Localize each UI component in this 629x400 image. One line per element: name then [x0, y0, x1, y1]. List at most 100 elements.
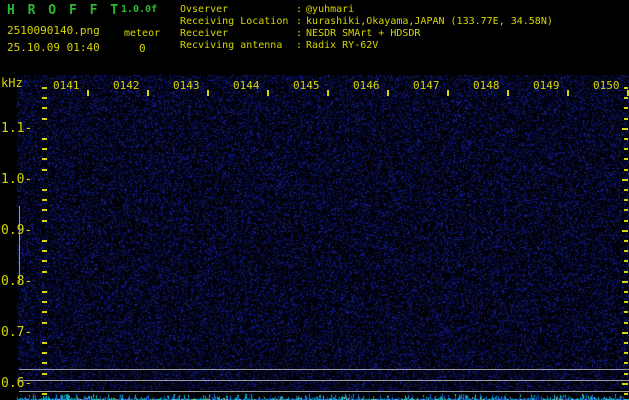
y-axis-minor-tick-right: [624, 189, 628, 191]
time-label: 0142: [113, 79, 140, 92]
y-axis-minor-tick-left: [42, 87, 47, 89]
y-axis-minor-tick-right: [624, 158, 628, 160]
meteor-counter-label: meteor: [124, 28, 161, 39]
reference-line-lower: [19, 391, 629, 392]
y-axis-minor-tick-left: [42, 301, 47, 303]
time-label: 0141: [53, 79, 80, 92]
y-axis-minor-tick-left: [42, 158, 47, 160]
y-axis-major-tick-right: [622, 230, 628, 232]
time-label: 0146: [353, 79, 380, 92]
y-axis-minor-tick-right: [624, 311, 628, 313]
time-label: 0148: [473, 79, 500, 92]
minute-tick: [147, 90, 149, 96]
y-axis-minor-tick-left: [42, 250, 47, 252]
time-label: 0144: [233, 79, 260, 92]
y-axis-minor-tick-right: [624, 220, 628, 222]
time-label: 0147: [413, 79, 440, 92]
y-axis-minor-tick-left: [42, 209, 47, 211]
y-axis-minor-tick-right: [624, 250, 628, 252]
y-axis-major-tick-right: [622, 128, 628, 130]
reference-line-upper: [19, 369, 629, 370]
info-value: NESDR SMArt + HDSDR: [306, 28, 421, 39]
output-filename: 2510090140.png: [7, 24, 100, 37]
y-axis-label: 1.1-: [1, 121, 33, 136]
info-row: Ovserver: @yuhmari: [180, 4, 620, 16]
reference-line-middle: [19, 380, 629, 381]
calibration-marker-line: [19, 206, 20, 283]
y-axis-minor-tick-left: [42, 260, 47, 262]
y-axis-minor-tick-right: [624, 240, 628, 242]
y-axis-minor-tick-right: [624, 169, 628, 171]
info-label: Recviving antenna: [180, 40, 283, 51]
y-axis-minor-tick-left: [42, 291, 47, 293]
y-axis-minor-tick-left: [42, 352, 47, 354]
y-axis-minor-tick-left: [42, 393, 47, 395]
y-axis-label: 0.9-: [1, 223, 33, 238]
y-axis-minor-tick-left: [42, 97, 47, 99]
info-value: @yuhmari: [306, 4, 355, 15]
minute-tick: [87, 90, 89, 96]
y-axis-minor-tick-left: [42, 220, 47, 222]
minute-tick: [447, 90, 449, 96]
y-axis-major-tick-right: [622, 179, 628, 181]
y-axis-minor-tick-left: [42, 107, 47, 109]
meteor-counter-value: 0: [139, 42, 146, 55]
y-axis-minor-tick-right: [624, 291, 628, 293]
info-row: Recviving antenna: Radix RY-62V: [180, 40, 620, 52]
y-axis-major-tick-right: [622, 332, 628, 334]
y-axis-minor-tick-left: [42, 138, 47, 140]
y-axis-major-tick-right: [622, 281, 628, 283]
y-axis-minor-tick-left: [42, 373, 47, 375]
minute-tick: [507, 90, 509, 96]
minute-tick: [207, 90, 209, 96]
y-axis-minor-tick-right: [624, 362, 628, 364]
observer-info-panel: Ovserver: @yuhmari Receiving Location: kura…: [180, 4, 620, 56]
y-axis-minor-tick-right: [624, 322, 628, 324]
y-axis-label: 0.8-: [1, 274, 33, 289]
y-axis-minor-tick-left: [42, 189, 47, 191]
y-axis-label: 0.6-: [1, 376, 33, 391]
y-axis-minor-tick-left: [42, 362, 47, 364]
y-axis-minor-tick-left: [42, 199, 47, 201]
y-axis-minor-tick-right: [624, 87, 628, 89]
y-axis-minor-tick-right: [624, 107, 628, 109]
time-label: 0150: [593, 79, 620, 92]
y-axis-minor-tick-left: [42, 169, 47, 171]
minute-tick: [567, 90, 569, 96]
time-label: 0143: [173, 79, 200, 92]
y-axis-minor-tick-left: [42, 271, 47, 273]
info-separator: :: [296, 40, 303, 51]
y-axis-minor-tick-left: [42, 342, 47, 344]
info-separator: :: [296, 28, 303, 39]
info-label: Receiving Location: [180, 16, 289, 27]
y-axis-minor-tick-left: [42, 240, 47, 242]
spectrogram-noise-canvas: [0, 0, 629, 400]
minute-tick: [267, 90, 269, 96]
y-axis-minor-tick-right: [624, 373, 628, 375]
info-row: Receiving Location: kurashiki,Okayama,JAP…: [180, 16, 620, 28]
y-axis-minor-tick-left: [42, 322, 47, 324]
y-axis-minor-tick-right: [624, 342, 628, 344]
app-title: H R O F F T: [7, 3, 121, 18]
y-axis-minor-tick-right: [624, 352, 628, 354]
y-axis-minor-tick-left: [42, 311, 47, 313]
y-axis-minor-tick-right: [624, 97, 628, 99]
y-axis-minor-tick-right: [624, 199, 628, 201]
y-axis-minor-tick-right: [624, 271, 628, 273]
y-axis-minor-tick-left: [42, 118, 47, 120]
y-axis-major-tick-right: [622, 383, 628, 385]
info-label: Ovserver: [180, 4, 229, 15]
minute-tick: [327, 90, 329, 96]
y-axis-minor-tick-right: [624, 209, 628, 211]
y-axis-minor-tick-left: [42, 148, 47, 150]
info-label: Receiver: [180, 28, 229, 39]
minute-tick: [387, 90, 389, 96]
hrofft-window: H R O F F T 1.0.0f 2510090140.png meteor…: [0, 0, 629, 400]
observation-datetime: 25.10.09 01:40: [7, 41, 100, 54]
y-axis-minor-tick-right: [624, 148, 628, 150]
info-row: Receiver: NESDR SMArt + HDSDR: [180, 28, 620, 40]
info-separator: :: [296, 4, 303, 15]
time-label: 0149: [533, 79, 560, 92]
y-axis-minor-tick-right: [624, 393, 628, 395]
info-value: Radix RY-62V: [306, 40, 379, 51]
